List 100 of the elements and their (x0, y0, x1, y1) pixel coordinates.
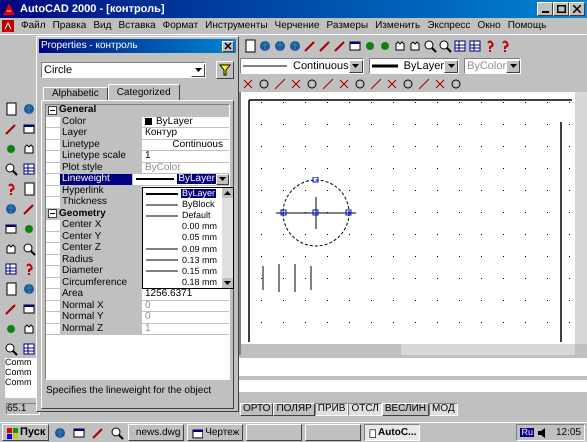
dropdown-option[interactable]: 0.13 mm (181, 256, 218, 265)
property-label[interactable]: Lineweight (60, 174, 134, 184)
taskbar-button[interactable] (246, 424, 302, 441)
property-label[interactable]: Center Z (60, 243, 142, 254)
expander-icon[interactable] (48, 106, 57, 115)
property-label[interactable]: Linetype (60, 140, 142, 150)
dropdown-option[interactable]: Default (181, 211, 212, 220)
menu-item[interactable]: Размеры (326, 21, 368, 31)
start-button[interactable]: Пуск (2, 424, 50, 441)
line-icon (272, 77, 286, 91)
property-label[interactable]: Area (60, 289, 142, 300)
dropdown-arrow-button[interactable] (216, 174, 229, 185)
pencil-icon (4, 302, 18, 316)
close-button[interactable] (222, 40, 234, 52)
category-header[interactable]: Geometry (59, 208, 106, 219)
list-scrollbar[interactable] (222, 188, 233, 288)
maximize-button[interactable] (553, 2, 569, 16)
caret-icon (219, 177, 226, 182)
menu-item[interactable]: Инструменты (205, 21, 268, 31)
taskbar-button[interactable] (305, 424, 362, 441)
line-sample-icon (146, 202, 178, 207)
property-label[interactable]: Linetype scale (60, 151, 142, 162)
menu-item[interactable]: Изменить (375, 21, 420, 31)
property-value: 1256.6371 (145, 289, 192, 300)
menu-item[interactable]: Экспресс (427, 21, 470, 31)
category-header[interactable]: General (59, 105, 96, 116)
status-toggle-button[interactable]: ПОЛЯР (273, 402, 315, 416)
property-label[interactable]: Circumference (60, 278, 142, 288)
line-sample-icon (372, 62, 398, 70)
dropdown-option[interactable]: 0.18 mm (181, 278, 218, 287)
property-value: ByColor (145, 162, 181, 173)
minus-icon (50, 211, 55, 216)
menu-item[interactable]: Формат (162, 21, 198, 31)
dropdown-arrow-button[interactable] (348, 60, 363, 72)
expander-icon[interactable] (48, 209, 57, 218)
close-button[interactable] (569, 2, 585, 16)
dropdown-option[interactable]: 0.05 mm (181, 233, 218, 242)
grid-icon (453, 38, 467, 52)
magnifier-icon (4, 162, 18, 176)
caret-icon (510, 64, 517, 68)
menu-item[interactable]: Черчение (274, 21, 320, 31)
menu-item[interactable]: Вид (93, 21, 112, 31)
taskbar-button[interactable]: Чертеж (187, 424, 244, 441)
menu-item[interactable]: Правка (52, 21, 86, 31)
dropdown-arrow-button[interactable] (191, 64, 205, 76)
status-toggle-button[interactable]: ОРТО (240, 402, 274, 416)
globe-icon (53, 426, 68, 440)
vertical-scrollbar[interactable] (575, 92, 587, 344)
page-icon (4, 282, 18, 296)
dropdown-arrow-button[interactable] (444, 60, 458, 72)
window-icon (72, 426, 86, 440)
line-icon (368, 77, 382, 91)
status-toggle-button[interactable]: ПРИВ (314, 402, 348, 416)
dropdown-option[interactable]: ByBlock (181, 200, 216, 210)
hand-icon (393, 38, 407, 52)
status-toggle-button[interactable]: МОД (429, 402, 458, 416)
tool-button[interactable] (243, 37, 257, 54)
minimize-icon (542, 11, 548, 13)
property-label[interactable]: Center Y (60, 232, 142, 242)
property-value: Continuous (172, 140, 223, 150)
maximize-icon (556, 5, 566, 13)
magnifier-icon (4, 342, 18, 356)
linetype-dropdown[interactable]: Continuous (240, 58, 364, 74)
property-label[interactable]: Color (60, 116, 142, 127)
property-label[interactable]: Hyperlink (60, 186, 142, 196)
dropdown-option[interactable]: 0.00 mm (181, 222, 218, 232)
property-value[interactable]: ByLayer (177, 174, 216, 184)
property-label[interactable]: Diameter (60, 266, 142, 276)
hand-icon (4, 242, 18, 256)
property-label[interactable]: Thickness (60, 197, 142, 208)
property-label[interactable]: Layer (60, 128, 142, 138)
taskbar-button[interactable]: news.dwg (128, 424, 184, 441)
property-label[interactable]: Center X (60, 220, 142, 230)
property-value: 0 (145, 312, 151, 322)
dropdown-option[interactable]: 0.15 mm (181, 266, 218, 276)
menu-item[interactable]: Окно (477, 21, 501, 31)
language-indicator[interactable]: Ru (520, 428, 534, 437)
status-toggle-button[interactable]: ОТСЛ (348, 402, 382, 416)
window-title: AutoCAD 2000 - [контроль] (20, 4, 166, 14)
lineweight-dropdown[interactable]: ByLayer (368, 58, 460, 74)
tab[interactable]: Alphabetic (43, 87, 108, 100)
property-label[interactable]: Radius (60, 254, 142, 265)
menu-item[interactable]: Помощь (508, 21, 546, 31)
horizontal-scrollbar[interactable] (401, 344, 575, 355)
object-type-dropdown[interactable]: Circle (41, 62, 206, 78)
tab[interactable]: Categorized (108, 84, 180, 100)
cross-icon (384, 77, 398, 91)
menu-item[interactable]: Вставка (118, 21, 156, 31)
dropdown-option[interactable]: ByLayer (181, 189, 216, 198)
globe-icon (22, 282, 36, 296)
quick-select-button[interactable] (216, 61, 234, 79)
minimize-button[interactable] (537, 2, 553, 16)
status-toggle-button[interactable]: ВЕСЛИН (382, 402, 430, 416)
command-input-field[interactable] (238, 380, 587, 392)
menu-item[interactable]: Файл (21, 21, 46, 31)
taskbar-button[interactable]: AutoC... (364, 424, 420, 441)
quick-launch-button[interactable] (109, 424, 126, 440)
dropdown-option[interactable]: 0.09 mm (181, 244, 218, 254)
dropdown-arrow-button[interactable] (506, 60, 520, 72)
close-icon (224, 42, 232, 50)
